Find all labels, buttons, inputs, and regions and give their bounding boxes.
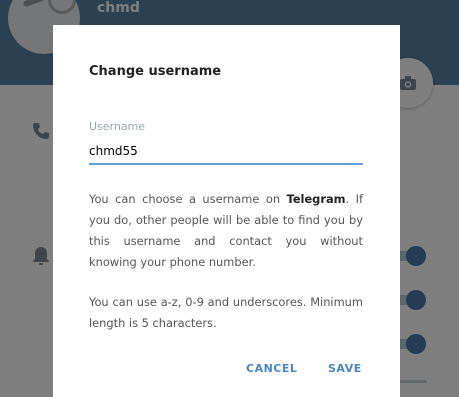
app-name: Telegram <box>286 192 346 206</box>
username-description: You can choose a username on Telegram. I… <box>89 189 363 273</box>
username-rules: You can use a-z, 0-9 and underscores. Mi… <box>89 295 363 330</box>
save-button[interactable]: SAVE <box>328 362 362 375</box>
cancel-button[interactable]: CANCEL <box>246 362 297 375</box>
dialog-title: Change username <box>89 64 222 79</box>
username-input[interactable] <box>89 139 363 165</box>
change-username-dialog: Change username Username You can choose … <box>53 25 400 397</box>
description-text: You can choose a username on <box>89 192 287 206</box>
username-field-label: Username <box>89 120 146 133</box>
